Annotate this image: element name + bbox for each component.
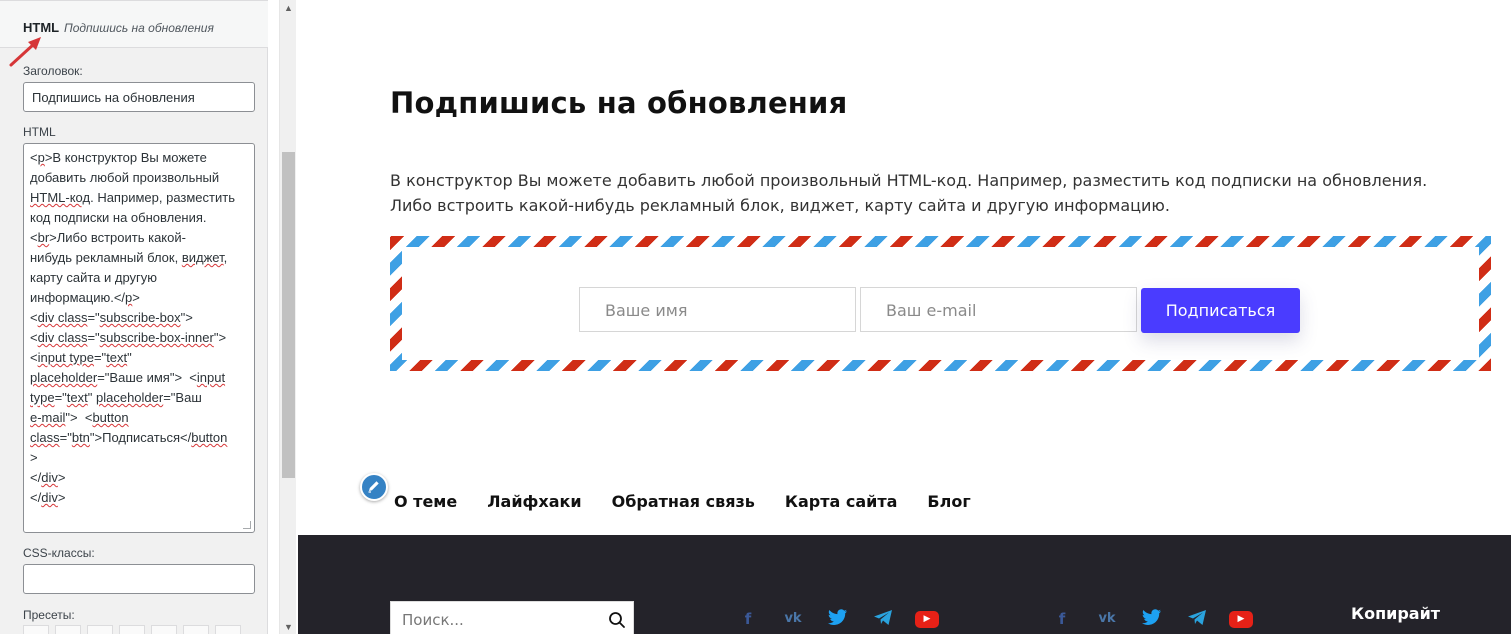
youtube-icon[interactable]: ▶	[915, 610, 939, 628]
code-line: <p>В конструктор Вы можете	[30, 150, 207, 165]
code-line: type="text" placeholder="Ваш	[30, 390, 202, 405]
menu-item[interactable]: О теме	[394, 492, 457, 511]
vk-icon[interactable]: vk	[1094, 609, 1120, 629]
widget-paragraph: В конструктор Вы можете добавить любой п…	[390, 171, 1428, 215]
menu-item[interactable]: Карта сайта	[785, 492, 898, 511]
scroll-up-icon[interactable]: ▲	[284, 3, 293, 13]
footer-menu: О теме Лайфхаки Обратная связь Карта сай…	[394, 492, 971, 511]
widget-settings-panel: HTML Подпишись на обновления Заголовок: …	[0, 0, 268, 634]
preset-swatches	[23, 625, 241, 634]
code-line: <input type="text"	[30, 350, 132, 365]
site-preview: Подпишись на обновления В конструктор Вы…	[298, 0, 1511, 634]
name-input[interactable]: Ваше имя	[579, 287, 856, 332]
scrollbar-thumb[interactable]	[282, 152, 295, 478]
widget-type-label: HTML	[23, 20, 60, 35]
search-icon[interactable]	[608, 611, 626, 629]
social-links: f vk ▶	[735, 609, 939, 629]
telegram-icon[interactable]	[1184, 609, 1210, 629]
widget-heading: Подпишись на обновления	[390, 86, 848, 120]
code-line: добавить любой произвольный	[30, 170, 220, 185]
twitter-icon[interactable]	[1139, 609, 1165, 629]
code-line: placeholder="Ваше имя"> <input	[30, 370, 226, 385]
site-footer: Поиск... f vk ▶ f vk ▶ Копирайт	[298, 535, 1511, 634]
title-label: Заголовок:	[23, 64, 83, 78]
code-line: нибудь рекламный блок, виджет,	[30, 250, 228, 265]
subscribe-button[interactable]: Подписаться	[1141, 288, 1300, 333]
css-classes-input[interactable]	[23, 564, 255, 594]
preset-swatch[interactable]	[119, 625, 145, 634]
social-links: f vk ▶	[1049, 609, 1253, 629]
code-line: </div>	[30, 470, 66, 485]
youtube-icon[interactable]: ▶	[1229, 610, 1253, 628]
code-line: информацию.</p>	[30, 290, 140, 305]
facebook-icon[interactable]: f	[735, 609, 761, 629]
scroll-down-icon[interactable]: ▼	[284, 622, 293, 632]
code-line: HTML-код. Например, разместить	[30, 190, 235, 205]
presets-label: Пресеты:	[23, 608, 75, 622]
menu-item[interactable]: Блог	[927, 492, 970, 511]
preset-swatch[interactable]	[151, 625, 177, 634]
code-line: <div class="subscribe-box-inner">	[30, 330, 227, 345]
code-line: e-mail"> <button	[30, 410, 129, 425]
preset-swatch[interactable]	[215, 625, 241, 634]
code-line: class="btn">Подписаться</button	[30, 430, 228, 445]
widget-name: Подпишись на обновления	[64, 21, 214, 35]
menu-item[interactable]: Лайфхаки	[487, 492, 581, 511]
telegram-icon[interactable]	[870, 609, 896, 629]
preset-swatch[interactable]	[23, 625, 49, 634]
subscribe-box-inner: Ваше имя Ваш e-mail Подписаться	[402, 247, 1479, 360]
preset-swatch[interactable]	[55, 625, 81, 634]
vk-icon[interactable]: vk	[780, 609, 806, 629]
css-classes-label: CSS-классы:	[23, 546, 95, 560]
code-line: код подписки на обновления.	[30, 210, 207, 225]
search-input[interactable]: Поиск...	[390, 601, 634, 634]
code-line: <div class="subscribe-box">	[30, 310, 193, 325]
title-input[interactable]: Подпишись на обновления	[23, 82, 255, 112]
subscribe-box: Ваше имя Ваш e-mail Подписаться	[390, 236, 1491, 371]
facebook-icon[interactable]: f	[1049, 609, 1075, 629]
code-line: </div>	[30, 490, 66, 505]
copyright-heading: Копирайт	[1351, 604, 1441, 623]
twitter-icon[interactable]	[825, 609, 851, 629]
title-input-value: Подпишись на обновления	[32, 90, 195, 105]
code-line: <br>Либо встроить какой-	[30, 230, 186, 245]
edit-pencil-icon[interactable]	[360, 473, 388, 501]
preset-swatch[interactable]	[87, 625, 113, 634]
panel-scrollbar[interactable]: ▲ ▼	[279, 0, 296, 634]
menu-item[interactable]: Обратная связь	[612, 492, 755, 511]
code-line: карту сайта и другую	[30, 270, 158, 285]
email-input[interactable]: Ваш e-mail	[860, 287, 1137, 332]
html-code-textarea[interactable]: <p>В конструктор Вы можете добавить любо…	[23, 143, 255, 533]
preset-swatch[interactable]	[183, 625, 209, 634]
html-label: HTML	[23, 125, 56, 139]
code-line: >	[30, 450, 38, 465]
resize-handle-icon[interactable]	[243, 521, 251, 529]
